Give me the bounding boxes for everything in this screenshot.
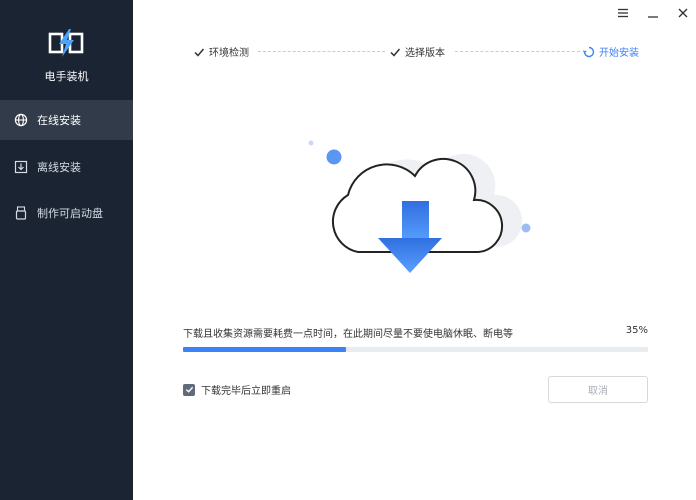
step-label: 开始安装 bbox=[599, 48, 639, 59]
sidebar-item-offline-install[interactable]: 离线安装 bbox=[0, 147, 133, 187]
progress-percent: 35% bbox=[625, 325, 648, 336]
sidebar-item-label: 制作可启动盘 bbox=[37, 207, 103, 220]
sidebar-item-bootable-disk[interactable]: 制作可启动盘 bbox=[0, 193, 133, 233]
main-panel: 环境检测 选择版本 开始安装 下载且收集资源需要耗费一点时间，在此期间尽量不要使… bbox=[133, 0, 696, 500]
progress-message: 下载且收集资源需要耗费一点时间，在此期间尽量不要使电脑休眠、断电等 bbox=[183, 329, 513, 340]
close-button[interactable] bbox=[674, 4, 692, 22]
close-icon bbox=[678, 8, 688, 18]
step-environment-check: 环境检测 bbox=[193, 44, 249, 59]
reboot-checkbox[interactable] bbox=[183, 383, 195, 396]
minimize-button[interactable] bbox=[644, 4, 662, 22]
menu-button[interactable] bbox=[614, 4, 632, 22]
sidebar-item-online-install[interactable]: 在线安装 bbox=[0, 100, 133, 140]
step-divider bbox=[258, 51, 385, 52]
progress-bar bbox=[183, 347, 648, 352]
step-divider bbox=[455, 51, 580, 52]
app-name: 电手装机 bbox=[44, 70, 89, 83]
check-icon bbox=[389, 46, 401, 58]
app-logo-icon bbox=[48, 28, 84, 58]
decor-dot bbox=[326, 149, 342, 165]
sidebar: 电手装机 在线安装 离线安装 制作可启动盘 bbox=[0, 0, 133, 500]
reboot-option-label: 下载完毕后立即重启 bbox=[201, 386, 291, 397]
cancel-button[interactable]: 取消 bbox=[548, 376, 648, 403]
menu-icon bbox=[618, 8, 628, 18]
arrow-shaft bbox=[402, 201, 429, 243]
loading-spinner-icon bbox=[583, 46, 595, 58]
sidebar-item-label: 在线安装 bbox=[37, 114, 81, 127]
progress-bar-fill bbox=[183, 347, 346, 352]
download-arrow-icon bbox=[378, 238, 442, 273]
reboot-after-download-option[interactable]: 下载完毕后立即重启 bbox=[183, 382, 291, 397]
step-label: 环境检测 bbox=[209, 48, 249, 59]
globe-icon bbox=[14, 113, 28, 127]
sidebar-item-label: 离线安装 bbox=[37, 161, 81, 174]
minimize-icon bbox=[648, 16, 658, 18]
usb-drive-icon bbox=[14, 206, 28, 220]
install-steps: 环境检测 选择版本 开始安装 bbox=[133, 44, 696, 60]
step-start-install: 开始安装 bbox=[583, 44, 639, 59]
cloud-download-illustration bbox=[308, 140, 531, 273]
check-icon bbox=[185, 386, 193, 393]
step-select-version: 选择版本 bbox=[389, 44, 445, 59]
decor-dot bbox=[521, 223, 531, 233]
download-box-icon bbox=[14, 160, 28, 174]
decor-dot bbox=[308, 140, 314, 146]
check-icon bbox=[193, 46, 205, 58]
step-label: 选择版本 bbox=[405, 48, 445, 59]
